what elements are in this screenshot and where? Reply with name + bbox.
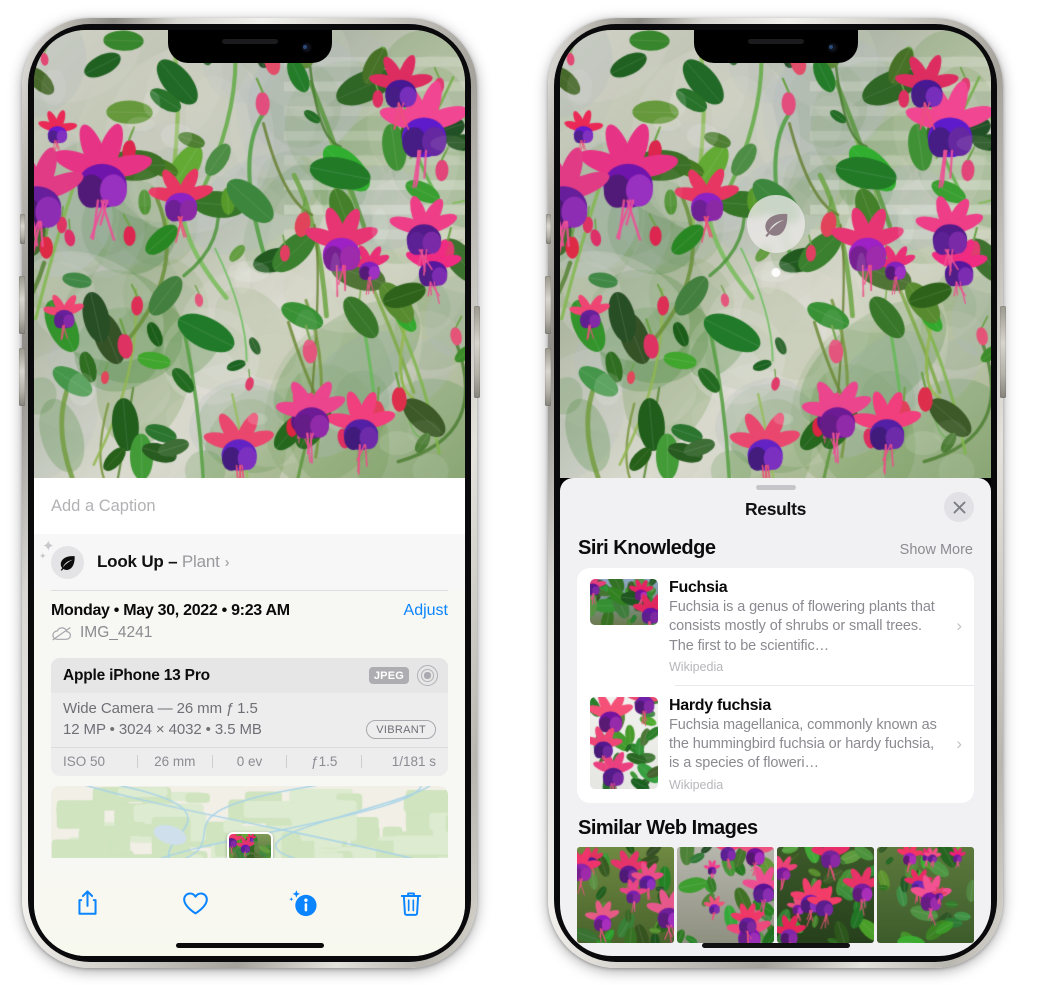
caption-placeholder: Add a Caption [51,496,156,515]
show-more-button[interactable]: Show More [900,542,973,558]
web-image-thumb[interactable] [777,846,874,943]
siri-knowledge-title: Siri Knowledge [578,537,716,559]
close-icon [953,501,965,513]
similar-web-images-grid [560,846,991,943]
look-up-prefix: Look Up – [97,552,182,571]
phone-screen-left: Add a Caption ✦ ✦ Look Up – Plant › Monda… [34,30,465,956]
caption-input[interactable]: Add a Caption [34,478,465,534]
heart-icon [183,891,208,914]
volume-down-button[interactable] [545,348,551,406]
exif-stats-row: ISO 50 26 mm 0 ev ƒ1.5 1/181 s [51,747,448,776]
share-button[interactable] [65,883,111,923]
exif-stat-shutter: 1/181 s [391,754,436,769]
chevron-right-icon: › [956,734,962,754]
info-sparkle-icon [289,889,317,916]
share-icon [78,890,97,915]
phone-screen-right: Results Siri Knowledge Show More Fuchsia… [560,30,991,956]
adjust-button[interactable]: Adjust [404,602,448,620]
siri-knowledge-card: Fuchsia Fuchsia is a genus of flowering … [577,568,974,803]
similar-web-images-title: Similar Web Images [578,816,758,839]
knowledge-description: Fuchsia magellanica, commonly known as t… [669,716,937,772]
resolution-info: 12 MP • 3024 × 4032 • 3.5 MB [63,721,262,738]
lens-info: Wide Camera — 26 mm ƒ 1.5 [63,700,258,717]
look-up-subject: Plant [181,552,220,571]
favorite-button[interactable] [173,883,219,923]
power-button[interactable] [1000,306,1006,398]
volume-down-button[interactable] [19,348,25,406]
knowledge-description: Fuchsia is a genus of flowering plants t… [669,599,935,654]
knowledge-thumbnail [590,696,658,789]
knowledge-title: Hardy fuchsia [669,696,771,714]
cloud-slash-icon [52,626,71,640]
exif-stat-focal: 26 mm [154,754,196,769]
knowledge-source: Wikipedia [669,659,724,674]
sparkle-icon-small: ✦ [39,550,47,561]
results-title: Results [744,498,807,519]
front-camera-icon [826,42,838,53]
leaf-icon[interactable] [746,195,805,253]
volume-up-button[interactable] [545,276,551,334]
photo-date: Monday • May 30, 2022 • 9:23 AM [51,602,290,619]
knowledge-item-fuchsia[interactable]: Fuchsia Fuchsia is a genus of flowering … [577,568,974,685]
photo-filename: IMG_4241 [80,624,153,641]
iphone-right-visual-lookup: Results Siri Knowledge Show More Fuchsia… [545,18,1006,968]
photo-viewer[interactable] [560,30,991,478]
delete-button[interactable] [388,883,434,923]
notch [167,30,332,63]
color-profile-badge: VIBRANT [366,720,436,739]
silent-switch[interactable] [546,214,551,244]
chevron-right-icon: › [956,616,962,636]
knowledge-title: Fuchsia [669,579,728,596]
close-button[interactable] [944,492,974,522]
knowledge-source: Wikipedia [669,777,724,792]
front-camera-icon [300,42,312,53]
trash-icon [400,892,422,916]
exif-stat-iso: ISO 50 [63,754,106,769]
web-image-thumb[interactable] [677,846,774,943]
silent-switch[interactable] [20,214,25,244]
photo-info-sheet: Add a Caption ✦ ✦ Look Up – Plant › Monda… [34,478,465,956]
power-button[interactable] [474,306,480,398]
earpiece-speaker [747,39,804,44]
web-image-thumb[interactable] [877,846,974,943]
similar-web-images-header: Similar Web Images [560,803,991,847]
chevron-right-icon: › [224,554,230,571]
iphone-left-photos-app: Add a Caption ✦ ✦ Look Up – Plant › Monda… [19,18,480,968]
knowledge-thumbnail [590,579,658,625]
notch [693,30,858,63]
info-button[interactable] [280,883,326,923]
map-photo-pin[interactable] [226,832,273,858]
look-up-label: Look Up – Plant › [97,552,230,572]
web-image-thumb[interactable] [577,846,674,943]
knowledge-item-hardy-fuchsia[interactable]: Hardy fuchsia Fuchsia magellanica, commo… [577,686,974,803]
photo-viewer[interactable] [34,30,465,478]
home-indicator[interactable] [701,943,850,948]
camera-device-name: Apple iPhone 13 Pro [63,666,210,684]
location-map[interactable] [51,786,448,858]
exif-stat-aperture: ƒ1.5 [311,754,338,769]
earpiece-speaker [221,39,278,44]
siri-knowledge-header: Siri Knowledge Show More [560,528,991,568]
leaf-icon: ✦ ✦ [39,539,84,579]
photo-metadata: Monday • May 30, 2022 • 9:23 AM Adjust I… [34,591,465,650]
lookup-anchor-dot [771,268,780,277]
home-indicator[interactable] [175,943,324,948]
look-up-row[interactable]: ✦ ✦ Look Up – Plant › [34,534,465,590]
exif-stat-ev: 0 ev [236,754,263,769]
exif-card[interactable]: Apple iPhone 13 Pro JPEG Wide Camera — 2… [51,658,448,776]
volume-up-button[interactable] [19,276,25,334]
results-sheet: Results Siri Knowledge Show More Fuchsia… [560,478,991,956]
format-badge: JPEG [368,667,409,684]
aperture-icon [417,665,438,686]
